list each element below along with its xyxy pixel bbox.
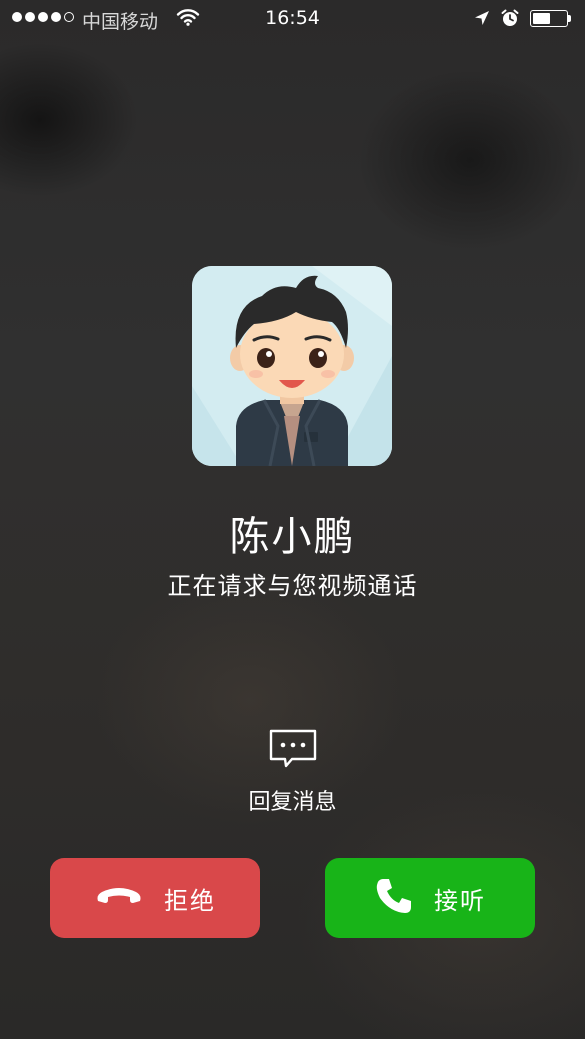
phone-icon xyxy=(374,876,414,920)
battery-level-fill xyxy=(533,13,550,24)
caller-avatar xyxy=(192,266,392,466)
decline-button[interactable]: 拒绝 xyxy=(50,858,260,938)
status-time: 16:54 xyxy=(265,7,320,29)
reply-message-label: 回复消息 xyxy=(248,790,337,815)
status-bar: 中国移动 16:54 xyxy=(0,0,585,40)
decline-label: 拒绝 xyxy=(164,886,216,915)
call-status-text: 正在请求与您视频通话 xyxy=(167,572,418,600)
battery-icon xyxy=(530,10,568,27)
battery-tip xyxy=(568,15,571,22)
alarm-clock-icon xyxy=(500,8,520,33)
location-arrow-icon xyxy=(473,9,491,32)
caller-name: 陈小鹏 xyxy=(229,514,356,560)
accept-label: 接听 xyxy=(434,886,486,915)
accept-button[interactable]: 接听 xyxy=(325,858,535,938)
hang-up-phone-icon xyxy=(94,885,144,911)
reply-message-button[interactable]: 回复消息 xyxy=(230,728,355,818)
message-bubble-icon xyxy=(268,728,318,774)
